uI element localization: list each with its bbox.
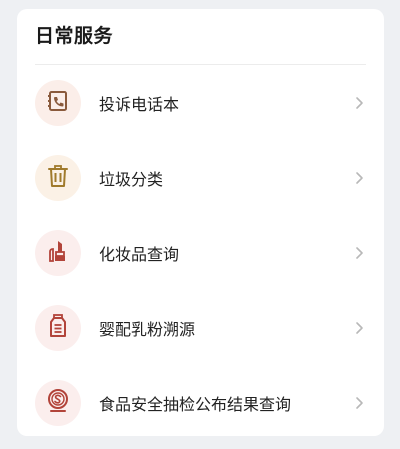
food-safety-seal-icon: [45, 388, 71, 418]
service-list: 投诉电话本 垃圾分类 化妆品查询 婴配乳粉溯源 食品安全抽检公布结果查询: [35, 65, 366, 440]
trash-bin-icon: [45, 163, 71, 193]
daily-services-card: 日常服务 投诉电话本 垃圾分类 化妆品查询 婴配乳粉溯源 食品安全抽检公布结果查…: [17, 9, 384, 436]
service-item-garbage-sorting[interactable]: 垃圾分类: [35, 140, 366, 215]
service-item-complaint-phonebook[interactable]: 投诉电话本: [35, 65, 366, 140]
section-title: 日常服务: [35, 25, 114, 47]
service-item-label: 投诉电话本: [99, 94, 180, 114]
service-item-food-safety-results[interactable]: 食品安全抽检公布结果查询: [35, 365, 366, 440]
service-item-label: 婴配乳粉溯源: [99, 319, 196, 339]
service-item-infant-formula-trace[interactable]: 婴配乳粉溯源: [35, 290, 366, 365]
phonebook-icon-wrap: [35, 79, 81, 126]
service-item-label: 垃圾分类: [99, 169, 164, 189]
chevron-right-icon: [356, 321, 363, 334]
chevron-right-icon: [356, 246, 363, 259]
milk-powder-icon: [45, 313, 71, 343]
food-safety-seal-icon-wrap: [35, 379, 81, 426]
lipstick-icon-wrap: [35, 229, 81, 276]
service-item-cosmetics-query[interactable]: 化妆品查询: [35, 215, 366, 290]
phonebook-icon: [45, 88, 71, 118]
trash-bin-icon-wrap: [35, 154, 81, 201]
lipstick-icon: [45, 238, 71, 268]
service-item-label: 化妆品查询: [99, 244, 180, 264]
service-item-label: 食品安全抽检公布结果查询: [99, 394, 292, 414]
chevron-right-icon: [356, 171, 363, 184]
chevron-right-icon: [356, 96, 363, 109]
milk-powder-icon-wrap: [35, 304, 81, 351]
chevron-right-icon: [356, 396, 363, 409]
